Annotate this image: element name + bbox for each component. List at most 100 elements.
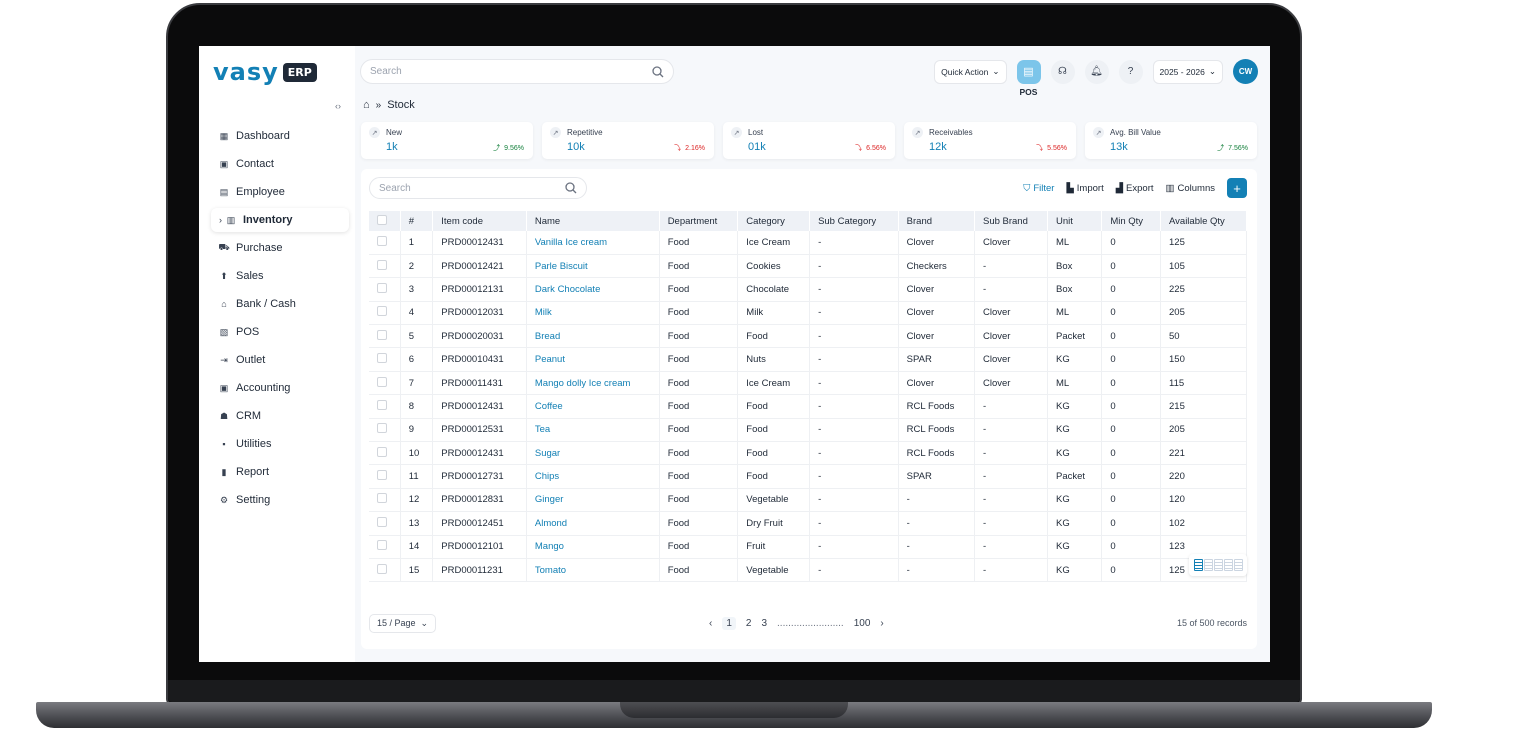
item-name-link[interactable]: Ginger xyxy=(526,488,660,513)
pos-button[interactable]: ▤ POS xyxy=(1016,59,1041,97)
support-headset-icon[interactable]: ☊ xyxy=(1050,59,1075,84)
sidebar-item-utilities[interactable]: ▪ Utilities xyxy=(211,430,349,458)
item-name-link[interactable]: Vanilla Ice cream xyxy=(526,231,660,255)
item-name-link[interactable]: Chips xyxy=(526,464,660,489)
stat-card[interactable]: ↗ Repetitive 10k ⤵ 2.16% xyxy=(542,122,714,159)
sidebar-item-sales[interactable]: ⬆ Sales xyxy=(211,262,349,290)
sidebar-item-purchase[interactable]: ⛟ Purchase xyxy=(211,234,349,262)
row-checkbox[interactable] xyxy=(377,470,387,481)
item-name-link[interactable]: Almond xyxy=(526,511,660,536)
sidebar-item-accounting[interactable]: ▣ Accounting xyxy=(211,374,349,402)
item-name-link[interactable]: Dark Chocolate xyxy=(526,277,660,302)
next-page-icon[interactable]: › xyxy=(880,618,883,629)
row-checkbox[interactable] xyxy=(377,493,387,504)
table-row[interactable]: 6 PRD00010431 Peanut Food Nuts - SPAR Clover KG 0… xyxy=(369,347,1247,372)
table-row[interactable]: 14 PRD00012101 Mango Food Fruit - - - KG 0 123 xyxy=(369,535,1247,559)
import-button[interactable]: ▙ Import xyxy=(1066,183,1103,194)
table-row[interactable]: 2 PRD00012421 Parle Biscuit Food Cookies - Che… xyxy=(369,254,1247,279)
grid-density-icon[interactable] xyxy=(1223,559,1233,571)
grid-density-icon[interactable] xyxy=(1233,559,1243,571)
item-name-link[interactable]: Peanut xyxy=(526,347,660,372)
sidebar-item-setting[interactable]: ⚙ Setting xyxy=(211,486,349,514)
row-checkbox[interactable] xyxy=(377,329,387,340)
item-name-link[interactable]: Milk xyxy=(526,301,660,326)
column-header[interactable]: Name xyxy=(526,211,660,231)
item-name-link[interactable]: Sugar xyxy=(526,441,660,466)
item-name-link[interactable]: Tomato xyxy=(526,558,660,583)
table-row[interactable]: 9 PRD00012531 Tea Food Food - RCL Foods - KG 0 205 xyxy=(369,418,1247,443)
page-2[interactable]: 2 xyxy=(746,618,752,629)
table-row[interactable]: 7 PRD00011431 Mango dolly Ice cream Food Ice… xyxy=(369,371,1247,396)
prev-page-icon[interactable]: ‹ xyxy=(709,618,712,629)
table-row[interactable]: 4 PRD00012031 Milk Food Milk - Clover Clover ML 0… xyxy=(369,301,1247,326)
column-header[interactable]: Brand xyxy=(898,211,975,231)
row-checkbox[interactable] xyxy=(377,235,387,246)
stat-card[interactable]: ↗ Avg. Bill Value 13k ⤴ 7.56% xyxy=(1085,122,1257,159)
table-search-input[interactable]: Search xyxy=(369,177,587,199)
table-row[interactable]: 10 PRD00012431 Sugar Food Food - RCL Foods - KG 0… xyxy=(369,441,1247,466)
stat-card[interactable]: ↗ Lost 01k ⤵ 6.56% xyxy=(723,122,895,159)
table-row[interactable]: 15 PRD00011231 Tomato Food Vegetable - - - KG 0 12… xyxy=(369,558,1247,583)
item-name-link[interactable]: Tea xyxy=(526,418,660,443)
column-header[interactable]: Available Qty xyxy=(1160,211,1247,231)
table-row[interactable]: 8 PRD00012431 Coffee Food Food - RCL Foods - KG 0… xyxy=(369,394,1247,419)
item-name-link[interactable]: Coffee xyxy=(526,394,660,419)
row-checkbox[interactable] xyxy=(377,376,387,387)
collapse-sidebar-icon[interactable]: ‹› xyxy=(335,101,341,111)
grid-density-icon[interactable] xyxy=(1193,559,1203,571)
notification-bell-icon[interactable]: 🔔︎ xyxy=(1084,59,1109,84)
sidebar-item-outlet[interactable]: ⇥ Outlet xyxy=(211,346,349,374)
row-checkbox[interactable] xyxy=(377,282,387,293)
column-header[interactable]: Sub Brand xyxy=(974,211,1049,231)
row-checkbox[interactable] xyxy=(377,259,387,270)
logo[interactable]: vasy ERP xyxy=(213,58,317,86)
global-search-input[interactable]: Search xyxy=(360,59,674,84)
table-row[interactable]: 3 PRD00012131 Dark Chocolate Food Chocolate -… xyxy=(369,277,1247,302)
sidebar-item-report[interactable]: ▮ Report xyxy=(211,458,349,486)
columns-button[interactable]: ▥ Columns xyxy=(1166,183,1215,194)
year-selector[interactable]: 2025 - 2026 ⌄ xyxy=(1152,59,1223,84)
sidebar-item-dashboard[interactable]: ▦ Dashboard xyxy=(211,122,349,150)
item-name-link[interactable]: Mango xyxy=(526,535,660,559)
item-name-link[interactable]: Mango dolly Ice cream xyxy=(526,371,660,396)
home-icon[interactable]: ⌂ xyxy=(363,99,370,111)
row-checkbox[interactable] xyxy=(377,563,387,574)
quick-action-button[interactable]: Quick Action ⌄ xyxy=(934,59,1007,84)
export-button[interactable]: ▟ Export xyxy=(1116,183,1154,194)
page-3[interactable]: 3 xyxy=(761,618,767,629)
stat-card[interactable]: ↗ Receivables 12k ⤵ 5.56% xyxy=(904,122,1076,159)
sidebar-item-bank-cash[interactable]: ⌂ Bank / Cash xyxy=(211,290,349,318)
table-row[interactable]: 5 PRD00020031 Bread Food Food - Clover Clover Pa… xyxy=(369,324,1247,349)
avatar[interactable]: CW xyxy=(1233,59,1258,84)
item-name-link[interactable]: Bread xyxy=(526,324,660,349)
add-item-button[interactable]: + xyxy=(1227,178,1247,198)
grid-density-icon[interactable] xyxy=(1213,559,1223,571)
column-header[interactable]: Min Qty xyxy=(1101,211,1161,231)
column-header[interactable]: # xyxy=(400,211,434,231)
table-row[interactable]: 12 PRD00012831 Ginger Food Vegetable - - - KG 0 12… xyxy=(369,488,1247,513)
page-1[interactable]: 1 xyxy=(722,616,736,630)
column-header[interactable]: Sub Category xyxy=(809,211,899,231)
row-checkbox[interactable] xyxy=(377,306,387,317)
row-checkbox[interactable] xyxy=(377,353,387,364)
table-row[interactable]: 1 PRD00012431 Vanilla Ice cream Food Ice Cre… xyxy=(369,231,1247,255)
column-header[interactable]: Unit xyxy=(1047,211,1103,231)
select-all-checkbox[interactable] xyxy=(377,214,387,225)
help-icon[interactable]: ? xyxy=(1118,59,1143,84)
filter-button[interactable]: ⛉ Filter xyxy=(1023,183,1054,194)
row-checkbox[interactable] xyxy=(377,399,387,410)
table-row[interactable]: 13 PRD00012451 Almond Food Dry Fruit - - - KG 0 10… xyxy=(369,511,1247,536)
column-header[interactable]: Item code xyxy=(432,211,527,231)
sidebar-item-inventory[interactable]: › ▥ Inventory xyxy=(211,208,349,232)
row-checkbox[interactable] xyxy=(377,516,387,527)
grid-density-icon[interactable] xyxy=(1203,559,1213,571)
sidebar-item-pos[interactable]: ▧ POS xyxy=(211,318,349,346)
row-checkbox[interactable] xyxy=(377,540,387,551)
column-header[interactable]: Department xyxy=(659,211,739,231)
row-checkbox[interactable] xyxy=(377,423,387,434)
sidebar-item-crm[interactable]: ☗ CRM xyxy=(211,402,349,430)
item-name-link[interactable]: Parle Biscuit xyxy=(526,254,660,279)
sidebar-item-contact[interactable]: ▣ Contact xyxy=(211,150,349,178)
per-page-select[interactable]: 15 / Page ⌄ xyxy=(369,613,437,633)
stat-card[interactable]: ↗ New 1k ⤴ 9.56% xyxy=(361,122,533,159)
